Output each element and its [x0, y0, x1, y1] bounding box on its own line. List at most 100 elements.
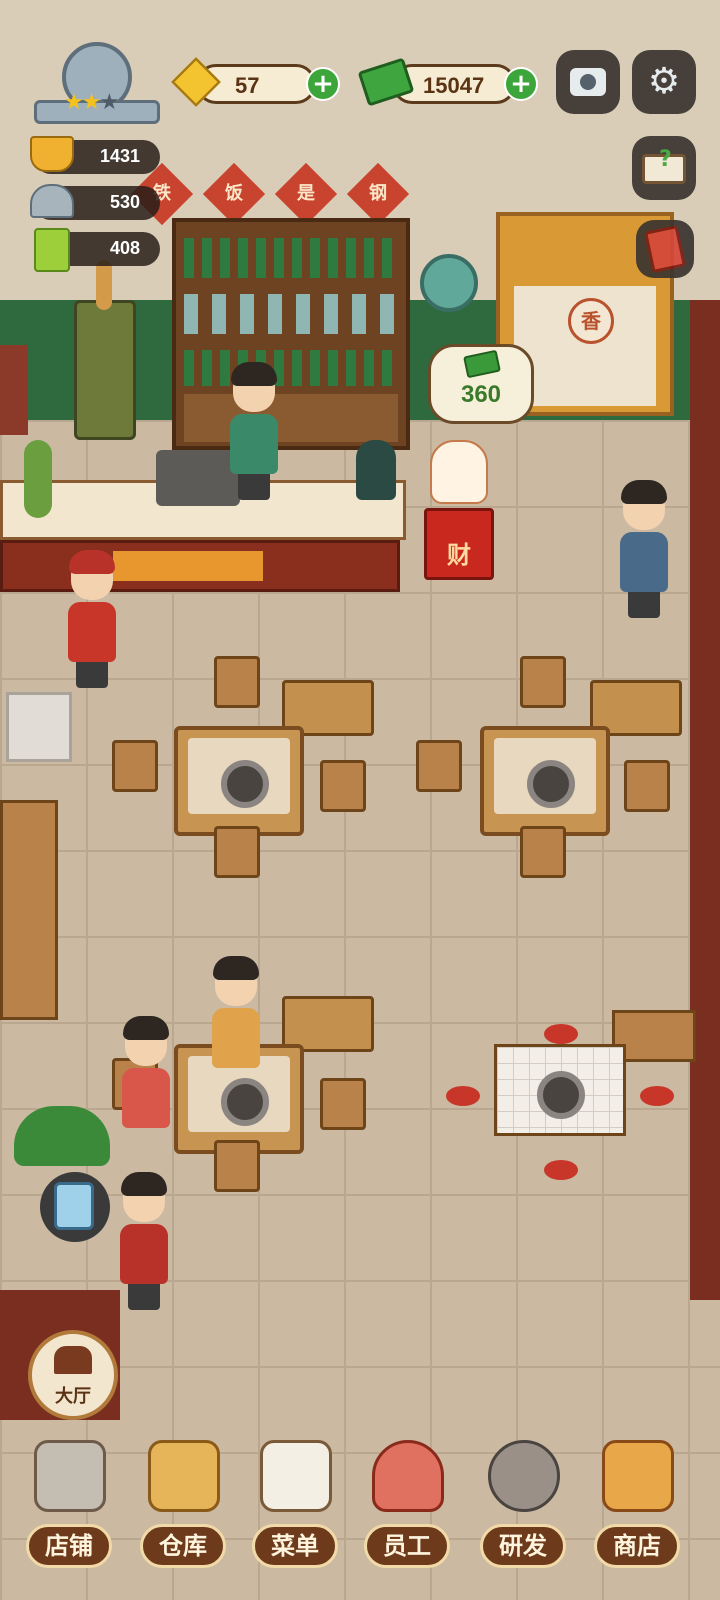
nav-label: 店铺: [26, 1524, 112, 1568]
waiter-character[interactable]: [616, 480, 672, 618]
hotpot-table[interactable]: [480, 726, 610, 836]
nav-warehouse[interactable]: 仓库: [128, 1420, 238, 1590]
calligraphy-char: 饭: [225, 183, 243, 204]
research-wok-icon: [488, 1440, 560, 1512]
add-gems-button[interactable]: +: [306, 67, 340, 101]
nav-label: 菜单: [252, 1524, 338, 1568]
fortune-box-label: 财: [447, 540, 471, 569]
bubble-value: 360: [460, 381, 502, 408]
hall-building-icon: [54, 1346, 92, 1374]
chair: [624, 760, 670, 812]
stat-recipes: 408: [34, 228, 160, 272]
counter-lantern-panel: [113, 551, 263, 581]
door-sign: 香: [568, 298, 614, 344]
nav-shop-building[interactable]: 店铺: [14, 1420, 124, 1590]
stat-dishes: 530: [30, 184, 160, 220]
cloche-icon: [30, 184, 74, 218]
bottles-row: [184, 238, 398, 278]
wash-sink: [6, 692, 72, 762]
store-icon: [602, 1440, 674, 1512]
tile-hotpot-table[interactable]: [494, 1044, 626, 1136]
right-pillar: [690, 300, 720, 1300]
guide-button[interactable]: [636, 220, 694, 278]
potted-plant: [14, 1106, 110, 1166]
recipe-book-icon: [34, 228, 70, 272]
hotpot-icon: [30, 136, 74, 172]
customer-character[interactable]: [118, 1016, 174, 1128]
gem-counter[interactable]: 57 +: [171, 57, 344, 108]
chair: [320, 760, 366, 812]
star-empty-icon: ★: [99, 90, 119, 115]
stat-value: 530: [109, 192, 140, 212]
star-filled-icon: ★: [64, 90, 84, 115]
nav-label: 仓库: [140, 1524, 226, 1568]
calligraphy-tile: 是: [274, 162, 338, 226]
hotpot-table[interactable]: [174, 726, 304, 836]
hotpot-burner: [527, 760, 575, 808]
stat-hotpot: 1431: [30, 136, 160, 174]
cash-value: 15047: [423, 73, 485, 98]
chair: [214, 826, 260, 878]
stat-value: 408: [109, 238, 140, 258]
bottles-row: [184, 350, 398, 386]
chair: [520, 826, 566, 878]
camera-icon: [570, 68, 606, 96]
cashier-character[interactable]: [226, 362, 282, 500]
hall-label: 大厅: [55, 1386, 91, 1407]
side-dish-counter: [0, 800, 58, 1020]
warehouse-boxes-icon: [148, 1440, 220, 1512]
calligraphy-tile: 钢: [346, 162, 410, 226]
customer-character[interactable]: [208, 956, 264, 1068]
nav-label: 员工: [364, 1524, 450, 1568]
calligraphy-char: 钢: [369, 183, 387, 204]
fridge: [74, 300, 136, 440]
gem-value: 57: [235, 73, 260, 98]
calligraphy-char: 是: [297, 183, 315, 204]
chair: [416, 740, 462, 792]
hotpot-burner: [537, 1071, 585, 1119]
add-cash-button[interactable]: +: [504, 67, 538, 101]
server-character[interactable]: [116, 1172, 172, 1310]
bottles-row: [184, 294, 398, 334]
guide-book-icon: [644, 224, 686, 274]
flower-vase: [96, 260, 112, 310]
hall-button[interactable]: 大厅: [28, 1330, 118, 1420]
chair: [214, 656, 260, 708]
collect-cash-bubble[interactable]: 360: [428, 344, 534, 424]
fortune-box[interactable]: 财: [424, 508, 494, 580]
cash-counter[interactable]: 15047 +: [357, 57, 540, 108]
bottle-shelf[interactable]: [172, 218, 410, 450]
order-list-button[interactable]: [40, 1172, 110, 1242]
help-book-icon: ?: [642, 147, 686, 184]
chair: [112, 740, 158, 792]
nav-research[interactable]: 研发: [468, 1420, 578, 1590]
stool: [446, 1086, 480, 1106]
chair: [214, 1140, 260, 1192]
chef-character[interactable]: [64, 550, 120, 688]
gear-icon: ⚙: [647, 61, 681, 102]
shop-building-icon: [34, 1440, 106, 1512]
help-button[interactable]: ?: [632, 136, 696, 200]
settings-button[interactable]: ⚙: [632, 50, 696, 114]
nav-menu[interactable]: 菜单: [240, 1420, 350, 1590]
lucky-cat[interactable]: [430, 440, 488, 504]
stool: [640, 1086, 674, 1106]
nav-staff[interactable]: 员工: [352, 1420, 462, 1590]
chair: [520, 656, 566, 708]
level-stars: ★★★: [64, 92, 134, 114]
counter-front: [0, 540, 400, 592]
nav-store[interactable]: 商店: [582, 1420, 692, 1590]
stool: [544, 1160, 578, 1180]
chair: [320, 1078, 366, 1130]
camera-button[interactable]: [556, 50, 620, 114]
table-top: [494, 738, 596, 814]
nav-label: 研发: [480, 1524, 566, 1568]
desk-lamp: [356, 440, 396, 500]
wall-fan: [420, 254, 478, 312]
hotpot-burner: [221, 760, 269, 808]
star-filled-icon: ★: [81, 90, 102, 115]
restaurant-level-badge[interactable]: ★★★: [34, 42, 160, 126]
bottom-nav: 店铺 仓库 菜单 员工 研发 商店: [0, 1420, 720, 1600]
table-top: [188, 738, 290, 814]
cash-icon: [463, 349, 501, 379]
